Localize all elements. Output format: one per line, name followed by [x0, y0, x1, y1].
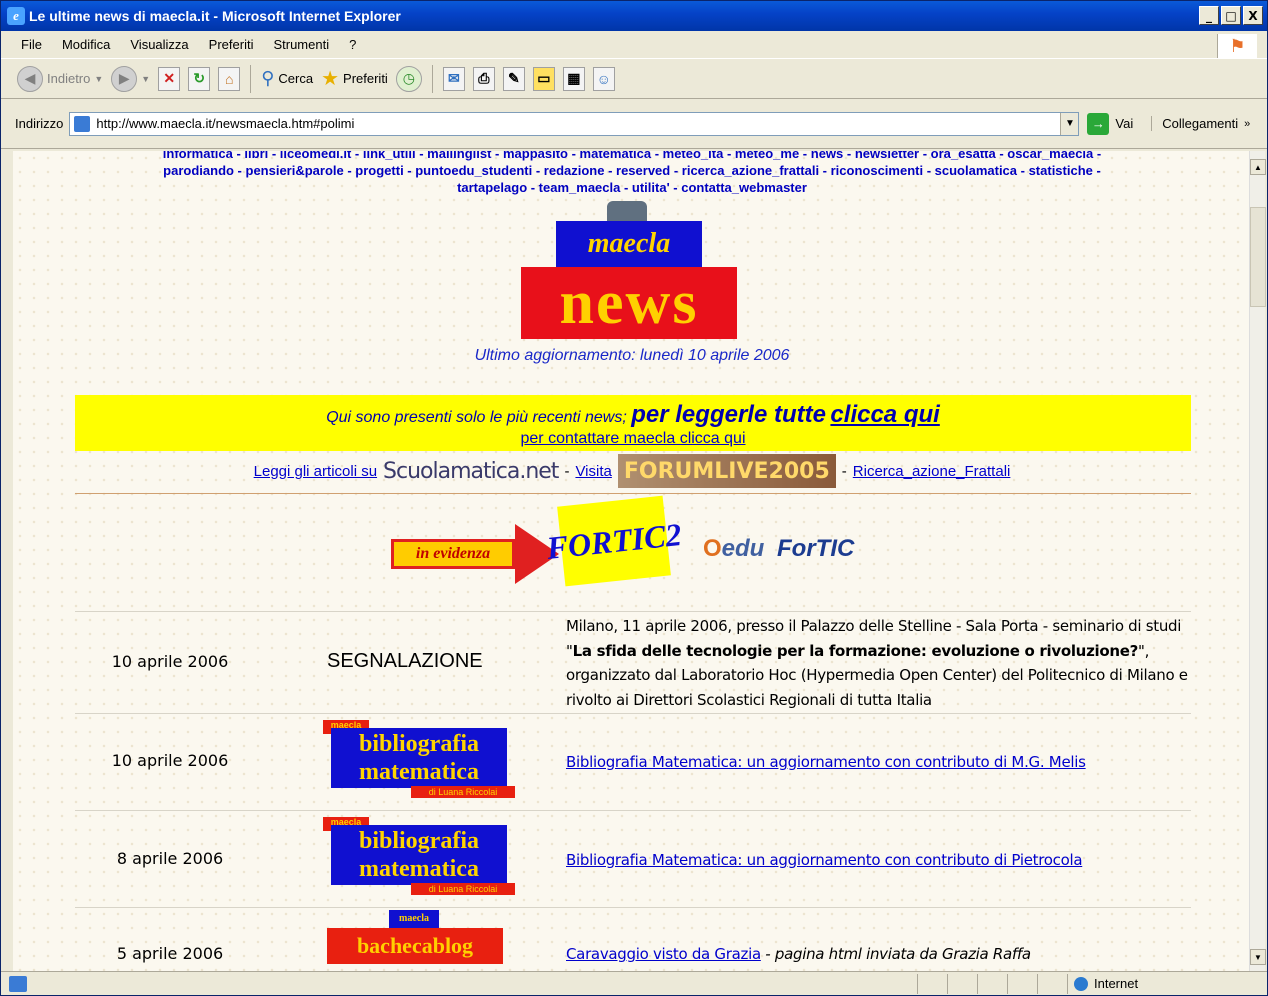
links-button[interactable]: Collegamenti [1151, 116, 1238, 131]
menu-file[interactable]: File [11, 37, 52, 52]
news-description: Caravaggio visto da Grazia - pagina html… [566, 945, 1031, 963]
browser-window: e Le ultime news di maecla.it - Microsof… [0, 0, 1268, 996]
search-icon: ⚲ [261, 68, 275, 88]
page-viewport: informatica - libri - liceomedi.it - lin… [13, 151, 1251, 971]
chevron-down-icon: ▼ [141, 73, 151, 84]
folder-icon[interactable]: ▭ [532, 66, 555, 91]
history-icon[interactable]: ◷ [395, 65, 422, 92]
news-row: 10 aprile 2006 SEGNALAZIONE Milano, 11 a… [75, 611, 1191, 713]
back-arrow-icon: ◀ [17, 65, 43, 92]
nav-line[interactable]: parodiando - pensieri&parole - progetti … [13, 162, 1251, 179]
scroll-up-icon[interactable]: ▲ [1250, 159, 1266, 175]
minimize-button[interactable]: _ [1199, 6, 1219, 25]
partner-links: Leggi gli articoli su Scuolamatica.net -… [13, 451, 1251, 491]
in-evidenza-arrow: in evidenza [391, 523, 561, 585]
news-row: 5 aprile 2006 maecla bachecablog Caravag… [75, 907, 1191, 971]
refresh-icon[interactable]: ↻ [188, 66, 211, 91]
news-link[interactable]: Caravaggio visto da Grazia [566, 945, 761, 963]
visita-link[interactable]: Visita [575, 463, 611, 480]
forward-button[interactable]: ▶ ▼ [111, 65, 151, 92]
maecla-news-logo: maecla news [521, 201, 737, 341]
news-date: 5 aprile 2006 [116, 944, 224, 963]
toolbar-separator [431, 64, 433, 93]
news-row: 8 aprile 2006 maecla bibliografia matema… [75, 810, 1191, 907]
news-date: 10 aprile 2006 [111, 652, 229, 671]
leggi-articoli-link[interactable]: Leggi gli articoli su [254, 463, 377, 480]
menu-modifica[interactable]: Modifica [52, 37, 120, 52]
fortic2-logo[interactable]: FORTIC2 [545, 495, 683, 587]
menu-help[interactable]: ? [339, 37, 366, 52]
research-icon[interactable]: ▦ [562, 66, 585, 91]
divider [75, 493, 1191, 494]
news-date: 8 aprile 2006 [116, 849, 224, 868]
go-button[interactable]: → Vai [1087, 112, 1133, 135]
toolbar-separator [250, 64, 252, 93]
back-button[interactable]: ◀ Indietro ▼ [17, 65, 104, 92]
nav-line[interactable]: tartapelago - team_maecla - utilita' - c… [13, 179, 1251, 196]
print-icon[interactable]: ⎙ [472, 66, 495, 91]
site-nav-links: informatica - libri - liceomedi.it - lin… [13, 151, 1251, 196]
home-icon[interactable]: ⌂ [218, 66, 241, 91]
menu-preferiti[interactable]: Preferiti [199, 37, 264, 52]
news-description: Bibliografia Matematica: un aggiornament… [566, 750, 1191, 775]
forumlive-logo[interactable]: FORUMLIVE2005 [617, 454, 836, 488]
ricerca-azione-link[interactable]: Ricerca_azione_Frattali [853, 463, 1011, 480]
news-label: SEGNALAZIONE [327, 650, 483, 672]
address-label: Indirizzo [15, 116, 64, 131]
scuolamatica-logo[interactable]: Scuolamatica.net [383, 459, 559, 484]
chevron-down-icon[interactable]: ▼ [1060, 112, 1079, 135]
bachecablog-logo[interactable]: maecla bachecablog [327, 910, 503, 964]
scroll-thumb[interactable] [1250, 207, 1266, 307]
status-bar: Internet [1, 971, 1267, 995]
bibliografia-logo[interactable]: maecla bibliografia matematica di Luana … [323, 714, 515, 798]
scroll-down-icon[interactable]: ▼ [1250, 949, 1266, 965]
toolbar: ◀ Indietro ▼ ▶ ▼ ✕ ↻ ⌂ ⚲ Cerca ★ Preferi… [1, 59, 1267, 99]
nav-line[interactable]: informatica - libri - liceomedi.it - lin… [13, 151, 1251, 162]
news-date: 10 aprile 2006 [111, 751, 229, 770]
star-icon: ★ [321, 68, 340, 90]
contact-link[interactable]: per contattare maecla clicca qui [521, 430, 746, 447]
chevron-down-icon: ▼ [94, 73, 104, 84]
windows-logo-icon: ⚑ [1217, 34, 1257, 58]
page-icon [74, 115, 91, 132]
edu-fortic-logo[interactable]: Oedu ForTIC [703, 535, 854, 563]
menu-visualizza[interactable]: Visualizza [120, 37, 198, 52]
last-updated: Ultimo aggiornamento: lunedì 10 aprile 2… [474, 347, 790, 364]
globe-icon [1074, 976, 1088, 991]
forward-arrow-icon: ▶ [111, 65, 138, 92]
all-news-link[interactable]: clicca qui [830, 401, 939, 428]
zone-indicator: Internet [1067, 973, 1267, 994]
vertical-scrollbar[interactable]: ▲ ▼ [1249, 151, 1266, 971]
news-link[interactable]: Bibliografia Matematica: un aggiornament… [566, 753, 1086, 771]
chevron-right-icon[interactable]: » [1244, 118, 1250, 130]
address-bar: Indirizzo http://www.maecla.it/newsmaecl… [1, 99, 1267, 149]
bibliografia-logo[interactable]: maecla bibliografia matematica di Luana … [323, 811, 515, 895]
maximize-button[interactable]: □ [1221, 6, 1241, 25]
page-status-icon [9, 975, 27, 992]
news-description: Milano, 11 aprile 2006, presso il Palazz… [566, 617, 1188, 709]
go-arrow-icon: → [1087, 112, 1110, 135]
address-input[interactable]: http://www.maecla.it/newsmaecla.htm#poli… [69, 111, 1080, 136]
menu-bar: File Modifica Visualizza Preferiti Strum… [1, 31, 1267, 59]
window-title: Le ultime news di maecla.it - Microsoft … [29, 8, 401, 24]
title-bar: e Le ultime news di maecla.it - Microsof… [1, 1, 1267, 31]
stop-icon[interactable]: ✕ [158, 66, 181, 91]
edit-icon[interactable]: ✎ [502, 66, 525, 91]
messenger-icon[interactable]: ☺ [592, 66, 615, 91]
edu-o-icon: O [703, 535, 722, 562]
ie-icon: e [7, 7, 25, 25]
news-link[interactable]: Bibliografia Matematica: un aggiornament… [566, 851, 1083, 869]
mail-icon[interactable]: ✉ [442, 66, 465, 91]
news-banner: Qui sono presenti solo le più recenti ne… [75, 395, 1191, 451]
news-row: 10 aprile 2006 maecla bibliografia matem… [75, 713, 1191, 810]
favorites-button[interactable]: ★ Preferiti [321, 66, 388, 91]
close-button[interactable]: X [1243, 6, 1263, 25]
menu-strumenti[interactable]: Strumenti [263, 37, 339, 52]
search-button[interactable]: ⚲ Cerca [261, 68, 313, 89]
news-description: Bibliografia Matematica: un aggiornament… [566, 848, 1191, 873]
